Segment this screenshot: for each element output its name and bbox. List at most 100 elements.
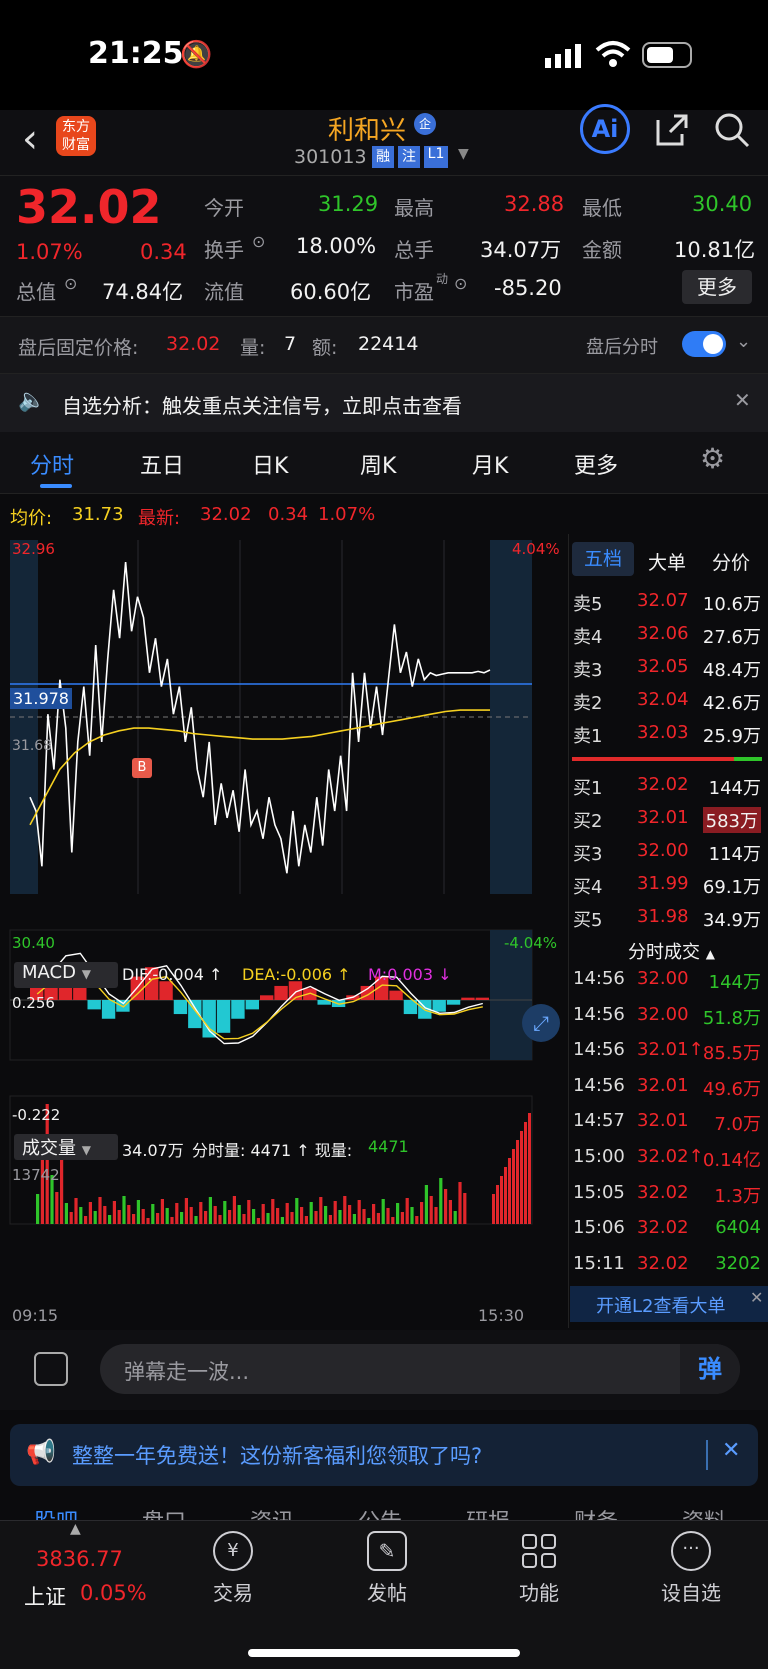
trade-time: 14:56 xyxy=(573,1074,625,1096)
nav-add-watchlist-label: 设自选 xyxy=(661,1581,721,1605)
volume-bar xyxy=(400,1212,404,1224)
nav-functions[interactable]: 功能 xyxy=(484,1531,594,1606)
after-hours-volume-bar xyxy=(492,1194,495,1224)
info-icon[interactable]: ⊙ xyxy=(454,274,467,293)
close-icon[interactable]: ✕ xyxy=(722,1438,740,1463)
nav-add-watchlist[interactable]: ··· 设自选 xyxy=(636,1531,746,1606)
macd-bar xyxy=(260,995,274,1000)
ask-row[interactable]: 卖3 32.05 48.4万 xyxy=(571,650,765,683)
trade-row: 14:56 32.00 144万 xyxy=(571,962,765,998)
bid-row[interactable]: 买2 32.01 583万 xyxy=(571,801,765,834)
trade-row: 15:00 32.02↑ 0.14亿 xyxy=(571,1140,765,1176)
bid-volume: 34.9万 xyxy=(702,910,761,931)
nav-functions-label: 功能 xyxy=(519,1581,559,1605)
danmaku-settings-icon[interactable] xyxy=(34,1352,68,1386)
volume-bar xyxy=(439,1178,443,1224)
gear-icon[interactable]: ⚙ xyxy=(700,442,725,475)
volume-bar xyxy=(204,1211,208,1224)
comment-input[interactable]: 弹幕走一波... 弹 xyxy=(100,1344,740,1394)
close-icon[interactable]: ✕ xyxy=(734,388,751,412)
volume-bar xyxy=(189,1207,193,1224)
nav-post[interactable]: ✎ 发帖 xyxy=(332,1531,442,1606)
pe-value: -85.20 xyxy=(494,276,562,300)
index-name[interactable]: 上证 xyxy=(24,1581,66,1611)
trade-price: 32.02 xyxy=(637,1217,689,1239)
ask-label: 卖1 xyxy=(573,726,603,747)
bid-row[interactable]: 买3 32.00 114万 xyxy=(571,834,765,867)
expand-icon[interactable]: ⤢ xyxy=(522,1004,560,1042)
high-value: 32.88 xyxy=(504,192,565,216)
volume-bar xyxy=(117,1210,121,1224)
chevron-down-icon[interactable]: ▼ xyxy=(458,146,469,162)
y-axis-bottom-label: 30.40 xyxy=(12,934,55,952)
ah-toggle[interactable] xyxy=(682,331,726,357)
chevron-down-icon[interactable]: ⌄ xyxy=(736,331,751,352)
close-icon[interactable]: ✕ xyxy=(750,1288,763,1307)
volume-value: 34.07万 xyxy=(480,238,562,262)
signal-icon xyxy=(545,44,585,72)
nav-trade[interactable]: ¥ 交易 xyxy=(178,1531,288,1606)
tab-weekly-k[interactable]: 周K xyxy=(360,448,396,480)
tab-five-level[interactable]: 五档 xyxy=(572,542,634,576)
share-icon[interactable] xyxy=(652,110,692,154)
volume-bar xyxy=(415,1216,419,1224)
back-icon[interactable]: ‹ xyxy=(22,116,38,162)
more-button[interactable]: 更多 xyxy=(682,270,752,304)
info-icon[interactable]: ⊙ xyxy=(64,274,77,293)
index-pct[interactable]: 0.05% xyxy=(80,1581,147,1605)
edit-icon: ✎ xyxy=(367,1531,407,1571)
last-price: 32.02 xyxy=(16,180,162,234)
volume-bar xyxy=(175,1203,179,1224)
bid-row[interactable]: 买4 31.99 69.1万 xyxy=(571,867,765,900)
promo-banner[interactable]: 📢 整整一年免费送！这份新客福利您领取了吗? ✕ xyxy=(10,1424,758,1486)
bid-row[interactable]: 买5 31.98 34.9万 xyxy=(571,900,765,933)
buy-marker[interactable]: B xyxy=(132,758,152,778)
trade-price: 32.00 xyxy=(637,968,689,989)
trade-volume: 7.0万 xyxy=(714,1114,761,1136)
trade-price: 32.02 xyxy=(637,1181,689,1203)
ask-row[interactable]: 卖4 32.06 27.6万 xyxy=(571,617,765,650)
after-hours-volume-bar xyxy=(508,1158,511,1224)
last-label: 最新: xyxy=(138,508,181,529)
search-icon[interactable] xyxy=(712,110,752,154)
tab-five-day[interactable]: 五日 xyxy=(140,448,184,480)
ask-price: 32.04 xyxy=(637,689,689,710)
volume-bar xyxy=(309,1202,313,1224)
bid-label: 买3 xyxy=(573,844,603,865)
volume-bar xyxy=(36,1194,40,1224)
promo-text: 整整一年免费送！这份新客福利您领取了吗? xyxy=(72,1444,483,1468)
change-value: 0.34 xyxy=(140,240,187,264)
ask-row[interactable]: 卖1 32.03 25.9万 xyxy=(571,716,765,749)
l2-banner[interactable]: 开通L2查看大单 ✕ xyxy=(570,1286,768,1322)
tab-price-dist[interactable]: 分价 xyxy=(712,548,750,575)
tab-more[interactable]: 更多 xyxy=(574,448,618,480)
volume-bar xyxy=(165,1208,169,1224)
volume-selector[interactable]: 成交量 ▼ xyxy=(14,1134,118,1160)
danmaku-send-button[interactable]: 弹 xyxy=(680,1344,740,1394)
volume-bar xyxy=(88,1202,92,1224)
notice-bar[interactable]: 🔈 自选分析：触发重点关注信号，立即点击查看 ✕ xyxy=(0,374,768,432)
wifi-icon xyxy=(595,40,631,72)
ask-row[interactable]: 卖5 32.07 10.6万 xyxy=(571,584,765,617)
tab-intraday[interactable]: 分时 xyxy=(30,448,74,480)
ah-price: 32.02 xyxy=(166,333,221,355)
tab-big-orders[interactable]: 大单 xyxy=(648,548,686,575)
volume-header: 成交量 ▼ 34.07万 分时量: 4471 ↑ 现量: 4471 xyxy=(0,1130,570,1162)
tab-daily-k[interactable]: 日K xyxy=(252,448,288,480)
info-icon[interactable]: ⊙ xyxy=(252,232,265,251)
trade-volume: 6404 xyxy=(715,1217,761,1239)
volume-bar xyxy=(338,1210,342,1224)
trade-volume: 1.3万 xyxy=(714,1185,761,1207)
ask-price: 32.07 xyxy=(637,590,689,611)
bid-row[interactable]: 买1 32.02 144万 xyxy=(571,768,765,801)
ask-row[interactable]: 卖2 32.04 42.6万 xyxy=(571,683,765,716)
vol-info: 分时量: 4471 ↑ 现量: xyxy=(192,1141,353,1160)
trade-price: 32.01 xyxy=(637,1074,689,1096)
macd-selector[interactable]: MACD ▼ xyxy=(14,962,118,988)
chevron-up-icon[interactable]: ▲ xyxy=(70,1521,81,1537)
index-value[interactable]: 3836.77 xyxy=(36,1547,123,1571)
ai-button[interactable]: Ai xyxy=(580,104,630,154)
intraday-chart[interactable] xyxy=(0,534,570,1328)
trade-time: 14:57 xyxy=(573,1110,625,1132)
tab-monthly-k[interactable]: 月K xyxy=(472,448,508,480)
